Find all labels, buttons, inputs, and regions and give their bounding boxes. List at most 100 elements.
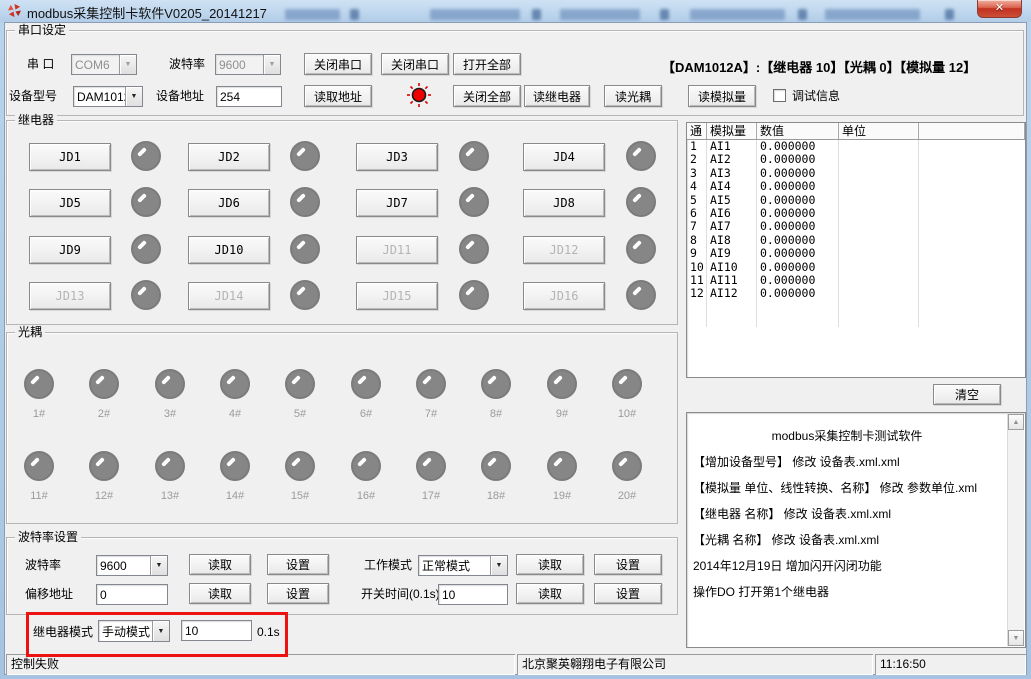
baud-read-button[interactable]: 读取 <box>189 554 251 575</box>
read-analog-button[interactable]: 读模拟量 <box>688 85 756 107</box>
baud-set-button[interactable]: 设置 <box>267 554 329 575</box>
table-row: 5AI50.000000 <box>687 194 1025 207</box>
relay-mode-unit-label: 0.1s <box>257 622 280 642</box>
close-serial-button-1[interactable]: 关闭串口 <box>304 53 372 75</box>
device-addr-input[interactable] <box>216 86 282 107</box>
app-icon <box>7 3 22 18</box>
read-opto-button[interactable]: 读光耦 <box>604 85 662 107</box>
device-model-select[interactable]: DAM1012A ▼ <box>73 86 143 107</box>
close-button[interactable]: ✕ <box>977 0 1022 18</box>
table-cell <box>919 314 1025 327</box>
opto-label-17: 17# <box>409 490 453 502</box>
opto-group: 光耦 1#2#3#4#5#6#7#8#9#10#11#12#13#14#15#1… <box>6 332 678 524</box>
opto-indicator-3 <box>155 369 185 399</box>
relay-indicator-jd3 <box>459 141 489 171</box>
table-cell: AI3 <box>707 167 757 180</box>
table-cell: 0.000000 <box>757 220 839 233</box>
switch-time-set-button[interactable]: 设置 <box>594 583 662 604</box>
work-mode-read-button[interactable]: 读取 <box>516 554 584 575</box>
table-cell <box>919 287 1025 300</box>
table-cell <box>919 180 1025 193</box>
offset-read-button[interactable]: 读取 <box>189 583 251 604</box>
table-header-cell: 模拟量 <box>707 123 757 139</box>
chevron-down-icon: ▼ <box>152 621 169 641</box>
relay-button-jd2[interactable]: JD2 <box>188 143 270 171</box>
opto-label-16: 16# <box>344 490 388 502</box>
table-cell: 5 <box>687 194 707 207</box>
relay-mode-select[interactable]: 手动模式 ▼ <box>98 620 170 642</box>
scroll-up-icon[interactable]: ▲ <box>1008 414 1024 430</box>
relay-button-jd9[interactable]: JD9 <box>29 236 111 264</box>
table-cell <box>839 220 919 233</box>
log-panel[interactable]: modbus采集控制卡测试软件【增加设备型号】 修改 设备表.xml.xml【模… <box>686 412 1026 648</box>
table-row-empty <box>687 314 1025 327</box>
log-scrollbar[interactable]: ▲ ▼ <box>1007 414 1024 646</box>
table-cell: AI11 <box>707 274 757 287</box>
status-message: 控制失败 <box>6 654 515 675</box>
relay-button-jd8[interactable]: JD8 <box>523 189 605 217</box>
relay-indicator-jd13 <box>131 280 161 310</box>
chevron-down-icon: ▼ <box>490 556 507 575</box>
close-serial-button-2[interactable]: 关闭串口 <box>381 53 449 75</box>
opto-indicator-9 <box>547 369 577 399</box>
offset-addr-input[interactable] <box>96 584 168 605</box>
opto-label-19: 19# <box>540 490 584 502</box>
opto-label-1: 1# <box>17 408 61 420</box>
relay-group: 继电器 JD1JD2JD3JD4JD5JD6JD7JD8JD9JD10JD11J… <box>6 120 678 325</box>
debug-checkbox[interactable] <box>773 89 786 102</box>
table-cell <box>839 301 919 314</box>
table-cell: AI10 <box>707 261 757 274</box>
titlebar[interactable]: modbus采集控制卡软件V0205_20141217 ✕ <box>0 0 1031 22</box>
relay-button-jd5[interactable]: JD5 <box>29 189 111 217</box>
opto-label-3: 3# <box>148 408 192 420</box>
com-port-select[interactable]: COM6 ▼ <box>71 54 137 75</box>
relay-indicator-jd14 <box>290 280 320 310</box>
chevron-down-icon: ▼ <box>263 55 280 74</box>
relay-button-jd3[interactable]: JD3 <box>356 143 438 171</box>
table-row: 1AI10.000000 <box>687 140 1025 153</box>
table-row: 10AI100.000000 <box>687 261 1025 274</box>
opto-indicator-10 <box>612 369 642 399</box>
switch-time-read-button[interactable]: 读取 <box>516 583 584 604</box>
open-all-button[interactable]: 打开全部 <box>453 53 521 75</box>
table-cell <box>839 287 919 300</box>
clear-button[interactable]: 清空 <box>933 384 1001 405</box>
relay-button-jd11: JD11 <box>356 236 438 264</box>
opto-indicator-15 <box>285 451 315 481</box>
relay-button-jd10[interactable]: JD10 <box>188 236 270 264</box>
read-addr-button[interactable]: 读取地址 <box>304 85 372 107</box>
titlebar-glass-artifact <box>690 9 785 20</box>
switch-time-label: 开关时间(0.1s) <box>361 584 440 604</box>
baud-settings-legend: 波特率设置 <box>15 530 81 544</box>
table-row: 8AI80.000000 <box>687 234 1025 247</box>
table-row: 7AI70.000000 <box>687 220 1025 233</box>
table-cell <box>919 167 1025 180</box>
relay-button-jd14: JD14 <box>188 282 270 310</box>
work-mode-set-button[interactable]: 设置 <box>594 554 662 575</box>
relay-button-jd13: JD13 <box>29 282 111 310</box>
switch-time-input[interactable] <box>438 584 508 605</box>
read-relay-button[interactable]: 读继电器 <box>524 85 590 107</box>
opto-label-20: 20# <box>605 490 649 502</box>
table-cell: 2 <box>687 153 707 166</box>
table-cell: 10 <box>687 261 707 274</box>
work-mode-select[interactable]: 正常模式 ▼ <box>418 555 508 576</box>
relay-indicator-jd9 <box>131 234 161 264</box>
opto-indicator-13 <box>155 451 185 481</box>
titlebar-glass-artifact <box>825 9 920 20</box>
relay-button-jd4[interactable]: JD4 <box>523 143 605 171</box>
opto-label-14: 14# <box>213 490 257 502</box>
scroll-down-icon[interactable]: ▼ <box>1008 630 1024 646</box>
table-cell <box>919 301 1025 314</box>
opto-label-13: 13# <box>148 490 192 502</box>
relay-button-jd6[interactable]: JD6 <box>188 189 270 217</box>
table-cell: 0.000000 <box>757 287 839 300</box>
analog-table[interactable]: 通模拟量数值单位1AI10.0000002AI20.0000003AI30.00… <box>686 122 1026 378</box>
baud-set-select[interactable]: 9600 ▼ <box>96 555 168 576</box>
close-all-button[interactable]: 关闭全部 <box>453 85 521 107</box>
baud-rate-select[interactable]: 9600 ▼ <box>215 54 281 75</box>
relay-button-jd1[interactable]: JD1 <box>29 143 111 171</box>
relay-button-jd7[interactable]: JD7 <box>356 189 438 217</box>
relay-mode-time-input[interactable] <box>181 620 252 641</box>
offset-set-button[interactable]: 设置 <box>267 583 329 604</box>
